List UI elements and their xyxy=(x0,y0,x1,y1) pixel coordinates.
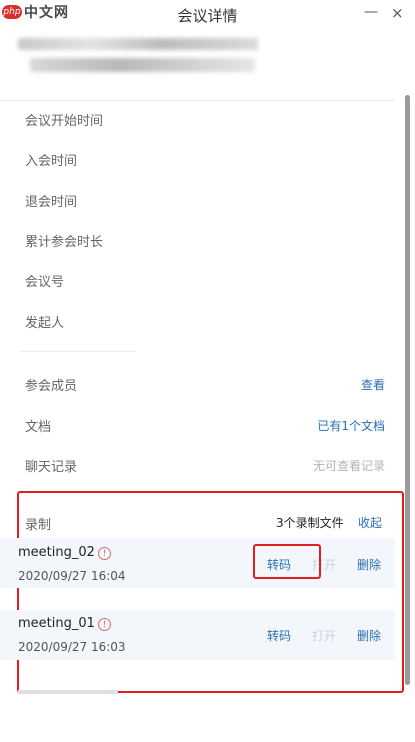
recording-count: 3个录制文件 xyxy=(276,516,344,530)
recording-name: meeting_01 xyxy=(18,616,95,631)
documents-label: 文档 xyxy=(25,420,52,435)
close-icon[interactable]: × xyxy=(391,4,404,22)
collapse-button[interactable]: 收起 xyxy=(358,514,382,531)
leave-time-label: 退会时间 xyxy=(25,195,78,210)
recording-time: 2020/09/27 16:04 xyxy=(18,569,126,583)
members-label: 参会成员 xyxy=(25,379,78,394)
duration-label: 累计参会时长 xyxy=(25,235,104,250)
convert-highlight-box xyxy=(253,544,321,579)
warning-icon: ! xyxy=(98,547,111,560)
blurred-meeting-title xyxy=(18,38,258,50)
recording-time: 2020/09/27 16:03 xyxy=(18,640,126,654)
chat-status: 无可查看记录 xyxy=(312,459,385,473)
divider xyxy=(0,100,395,101)
recording-highlight-box xyxy=(17,491,404,693)
open-button[interactable]: 打开 xyxy=(312,627,336,644)
scrollbar[interactable] xyxy=(405,95,410,685)
start-time-label: 会议开始时间 xyxy=(25,114,104,129)
recording-name: meeting_02 xyxy=(18,545,95,560)
blurred-meeting-subtitle xyxy=(30,58,255,72)
recording-label: 录制 xyxy=(25,518,52,533)
warning-icon: ! xyxy=(98,618,111,631)
window-title: 会议详情 xyxy=(177,7,238,25)
recording-item-partial xyxy=(18,686,138,694)
divider xyxy=(20,351,135,352)
documents-link[interactable]: 已有1个文档 xyxy=(317,417,385,434)
join-time-label: 入会时间 xyxy=(25,154,78,169)
meeting-id-label: 会议号 xyxy=(25,275,65,290)
minimize-icon[interactable]: — xyxy=(364,4,378,20)
convert-button[interactable]: 转码 xyxy=(267,627,291,644)
delete-button[interactable]: 删除 xyxy=(357,627,381,644)
chat-label: 聊天记录 xyxy=(25,460,78,475)
delete-button[interactable]: 删除 xyxy=(357,556,381,573)
host-label: 发起人 xyxy=(25,316,65,331)
view-members-link[interactable]: 查看 xyxy=(361,376,385,393)
title-bar: php 中文网 会议详情 — × xyxy=(0,0,415,30)
